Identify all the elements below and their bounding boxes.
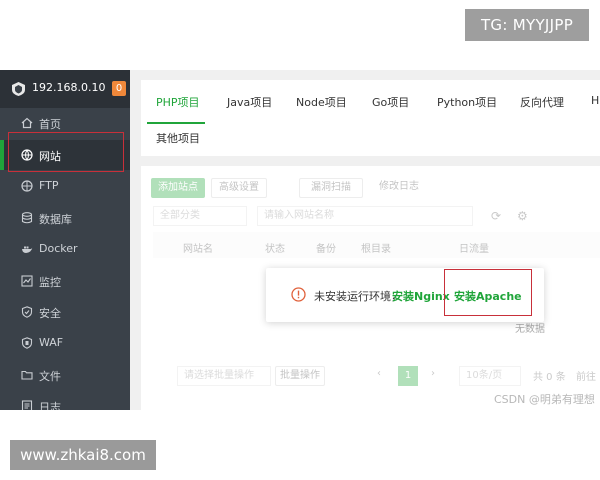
add-site-button[interactable]: 添加站点 [151, 178, 205, 198]
sidebar-item-docker[interactable]: Docker [0, 234, 130, 264]
total-count: 共 0 条 [533, 372, 566, 383]
screenshot: TG: MYYJJPP 192.168.0.10 0 首页 网站 FTP 数据库… [0, 0, 600, 480]
csdn-watermark: CSDN @明弟有理想 [494, 393, 595, 406]
install-nginx-link[interactable]: 安装Nginx [392, 288, 450, 304]
folder-icon [21, 370, 33, 380]
home-icon [21, 117, 33, 129]
sidebar-item-label: 文件 [39, 370, 61, 383]
batch-action-button[interactable]: 批量操作 [275, 366, 325, 386]
database-icon [21, 212, 33, 224]
prev-page-icon[interactable]: ‹ [377, 368, 381, 379]
sidebar-item-security[interactable]: 安全 [0, 297, 130, 327]
sidebar-item-label: 监控 [39, 276, 61, 289]
sidebar-item-label: WAF [39, 336, 64, 349]
refresh-icon[interactable]: ⟳ [491, 209, 501, 223]
tab-other[interactable]: 其他项目 [156, 130, 200, 146]
tab-reverse-proxy[interactable]: 反向代理 [520, 94, 564, 110]
notification-badge[interactable]: 0 [112, 81, 126, 96]
tab-python[interactable]: Python项目 [437, 94, 497, 110]
alert-message: 未安装运行环境， [314, 290, 402, 303]
settings-icon[interactable]: ⚙ [517, 209, 528, 223]
docker-icon [22, 246, 33, 253]
tab-node[interactable]: Node项目 [296, 94, 347, 110]
server-ip[interactable]: 192.168.0.10 [32, 81, 105, 94]
warning-icon [291, 287, 306, 302]
site-search-input[interactable]: 请输入网站名称 [257, 206, 473, 226]
highlight-box-apache [444, 269, 532, 316]
ftp-icon [21, 180, 33, 192]
site-watermark: www.zhkai8.com [10, 440, 156, 470]
sidebar-item-label: 数据库 [39, 213, 72, 226]
column-header[interactable]: 状态 [265, 240, 285, 255]
panel-app: 192.168.0.10 0 首页 网站 FTP 数据库 Docker 监控 安… [0, 70, 600, 410]
main-content: PHP项目 Java项目 Node项目 Go项目 Python项目 反向代理 H… [141, 70, 600, 410]
shield-icon [21, 306, 33, 318]
tab-php[interactable]: PHP项目 [156, 94, 200, 110]
active-tab-indicator [147, 122, 205, 124]
modify-log-button[interactable]: 修改日志 [371, 178, 427, 198]
project-tabs: PHP项目 Java项目 Node项目 Go项目 Python项目 反向代理 H… [141, 80, 600, 156]
page-number[interactable]: 1 [398, 366, 418, 386]
server-logo-icon [12, 82, 25, 96]
sidebar-item-label: FTP [39, 179, 59, 192]
sidebar-item-database[interactable]: 数据库 [0, 203, 130, 233]
sidebar-item-monitor[interactable]: 监控 [0, 266, 130, 296]
sidebar-item-label: 首页 [39, 118, 61, 131]
tab-go[interactable]: Go项目 [372, 94, 409, 110]
sidebar-item-waf[interactable]: WAF [0, 328, 130, 358]
empty-state-text: 无数据 [515, 324, 545, 335]
column-header[interactable]: 日流量 [459, 240, 489, 255]
sidebar-item-ftp[interactable]: FTP [0, 171, 130, 201]
sidebar-item-label: 安全 [39, 307, 61, 320]
vuln-scan-button[interactable]: 漏洞扫描 [299, 178, 363, 198]
category-select[interactable]: 全部分类 [153, 206, 247, 226]
per-page-select[interactable]: 10条/页 [459, 366, 521, 386]
sidebar-item-files[interactable]: 文件 [0, 360, 130, 390]
tab-more[interactable]: H [591, 94, 599, 107]
advanced-settings-button[interactable]: 高级设置 [211, 178, 267, 198]
sidebar-item-logs[interactable]: 日志 [0, 391, 130, 410]
goto-label: 前往 [576, 372, 596, 383]
log-icon [21, 400, 33, 410]
column-header[interactable]: 备份 [316, 240, 336, 255]
sidebar-item-label: Docker [39, 242, 78, 255]
monitor-icon [21, 275, 33, 287]
tg-watermark: TG: MYYJJPP [465, 9, 589, 41]
column-header[interactable]: 根目录 [361, 240, 391, 255]
column-header[interactable]: 网站名 [183, 240, 213, 255]
sidebar: 192.168.0.10 0 首页 网站 FTP 数据库 Docker 监控 安… [0, 70, 130, 410]
waf-icon [21, 337, 33, 349]
next-page-icon[interactable]: › [431, 368, 435, 379]
batch-select[interactable]: 请选择批量操作 [177, 366, 271, 386]
sidebar-item-label: 日志 [39, 401, 61, 410]
server-header: 192.168.0.10 0 [0, 70, 130, 108]
tab-java[interactable]: Java项目 [227, 94, 272, 110]
highlight-box-website [8, 132, 124, 172]
